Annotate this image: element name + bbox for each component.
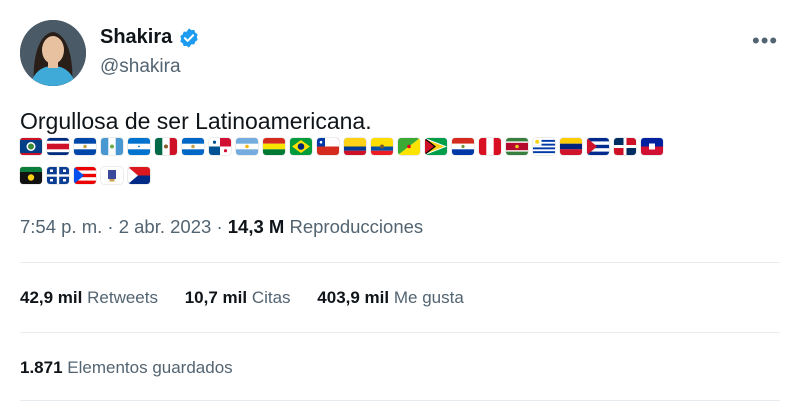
flag-honduras-icon: [128, 138, 150, 155]
bookmarks-label: Elementos guardados: [67, 358, 233, 377]
verified-badge-icon: [180, 27, 198, 48]
quotes-label: Citas: [251, 288, 291, 307]
divider: [20, 400, 780, 401]
flag-suriname-icon: [506, 138, 528, 155]
meta-separator: ·: [107, 216, 114, 237]
views-count: 14,3 M: [227, 216, 285, 237]
flag-colombia-icon: [344, 138, 366, 155]
engagement-stats: 42,9 mil Retweets 10,7 mil Citas 403,9 m…: [20, 288, 486, 308]
flag-martinique-icon: [47, 167, 69, 184]
flag-brazil-icon: [290, 138, 312, 155]
tweet-card: Shakira @shakira ••• Orgullosa de ser La…: [0, 0, 800, 408]
flag-panama-icon: [209, 138, 231, 155]
divider: [20, 332, 780, 333]
tweet-time[interactable]: 7:54 p. m.: [20, 216, 102, 237]
flag-dominican-republic-icon: [614, 138, 636, 155]
flag-costa-rica-icon: [47, 138, 69, 155]
tweet-meta: 7:54 p. m. · 2 abr. 2023 · 14,3 M Reprod…: [20, 216, 423, 238]
likes-count: 403,9 mil: [317, 288, 390, 307]
retweets-count: 42,9 mil: [20, 288, 83, 307]
flag-emoji-row-1: [20, 138, 663, 155]
flag-uruguay-icon: [533, 138, 555, 155]
flag-venezuela-icon: [560, 138, 582, 155]
quotes-stat[interactable]: 10,7 mil Citas: [185, 288, 291, 308]
flag-emoji-row-2: [20, 167, 150, 184]
flag-mexico-icon: [155, 138, 177, 155]
quotes-count: 10,7 mil: [184, 288, 248, 307]
flag-el-salvador-icon: [74, 138, 96, 155]
more-horizontal-icon[interactable]: •••: [752, 28, 778, 54]
tweet-date[interactable]: 2 abr. 2023: [119, 216, 212, 237]
flag-haiti-icon: [641, 138, 663, 155]
avatar[interactable]: [20, 20, 86, 86]
likes-label: Me gusta: [393, 288, 464, 307]
retweets-stat[interactable]: 42,9 mil Retweets: [20, 288, 158, 308]
flag-guatemala-icon: [101, 138, 123, 155]
flag-bolivia-icon: [263, 138, 285, 155]
flag-guyana-icon: [425, 138, 447, 155]
author-handle[interactable]: @shakira: [100, 56, 181, 78]
author-display-name[interactable]: Shakira: [100, 26, 172, 49]
flag-peru-icon: [479, 138, 501, 155]
tweet-text: Orgullosa de ser Latinoamericana.: [20, 108, 372, 134]
views-label[interactable]: Reproducciones: [289, 216, 423, 237]
flag-puerto-rico-icon: [74, 167, 96, 184]
author-name-row: Shakira: [100, 26, 200, 49]
likes-stat[interactable]: 403,9 mil Me gusta: [317, 288, 464, 308]
divider: [20, 262, 780, 263]
flag-guadeloupe-icon: [20, 167, 42, 184]
flag-french-guiana-icon: [398, 138, 420, 155]
retweets-label: Retweets: [87, 288, 158, 307]
bookmarks-count: 1.871: [20, 358, 63, 377]
bookmarks-stat[interactable]: 1.871 Elementos guardados: [20, 358, 233, 378]
flag-sint-maarten-icon: [128, 167, 150, 184]
flag-ecuador-icon: [371, 138, 393, 155]
flag-argentina-icon: [236, 138, 258, 155]
flag-belize-icon: [20, 138, 42, 155]
flag-chile-icon: [317, 138, 339, 155]
flag-saint-barthelemy-icon: [101, 167, 123, 184]
flag-nicaragua-icon: [182, 138, 204, 155]
flag-cuba-icon: [587, 138, 609, 155]
flag-paraguay-icon: [452, 138, 474, 155]
meta-separator: ·: [216, 216, 223, 237]
avatar-image: [20, 20, 86, 86]
